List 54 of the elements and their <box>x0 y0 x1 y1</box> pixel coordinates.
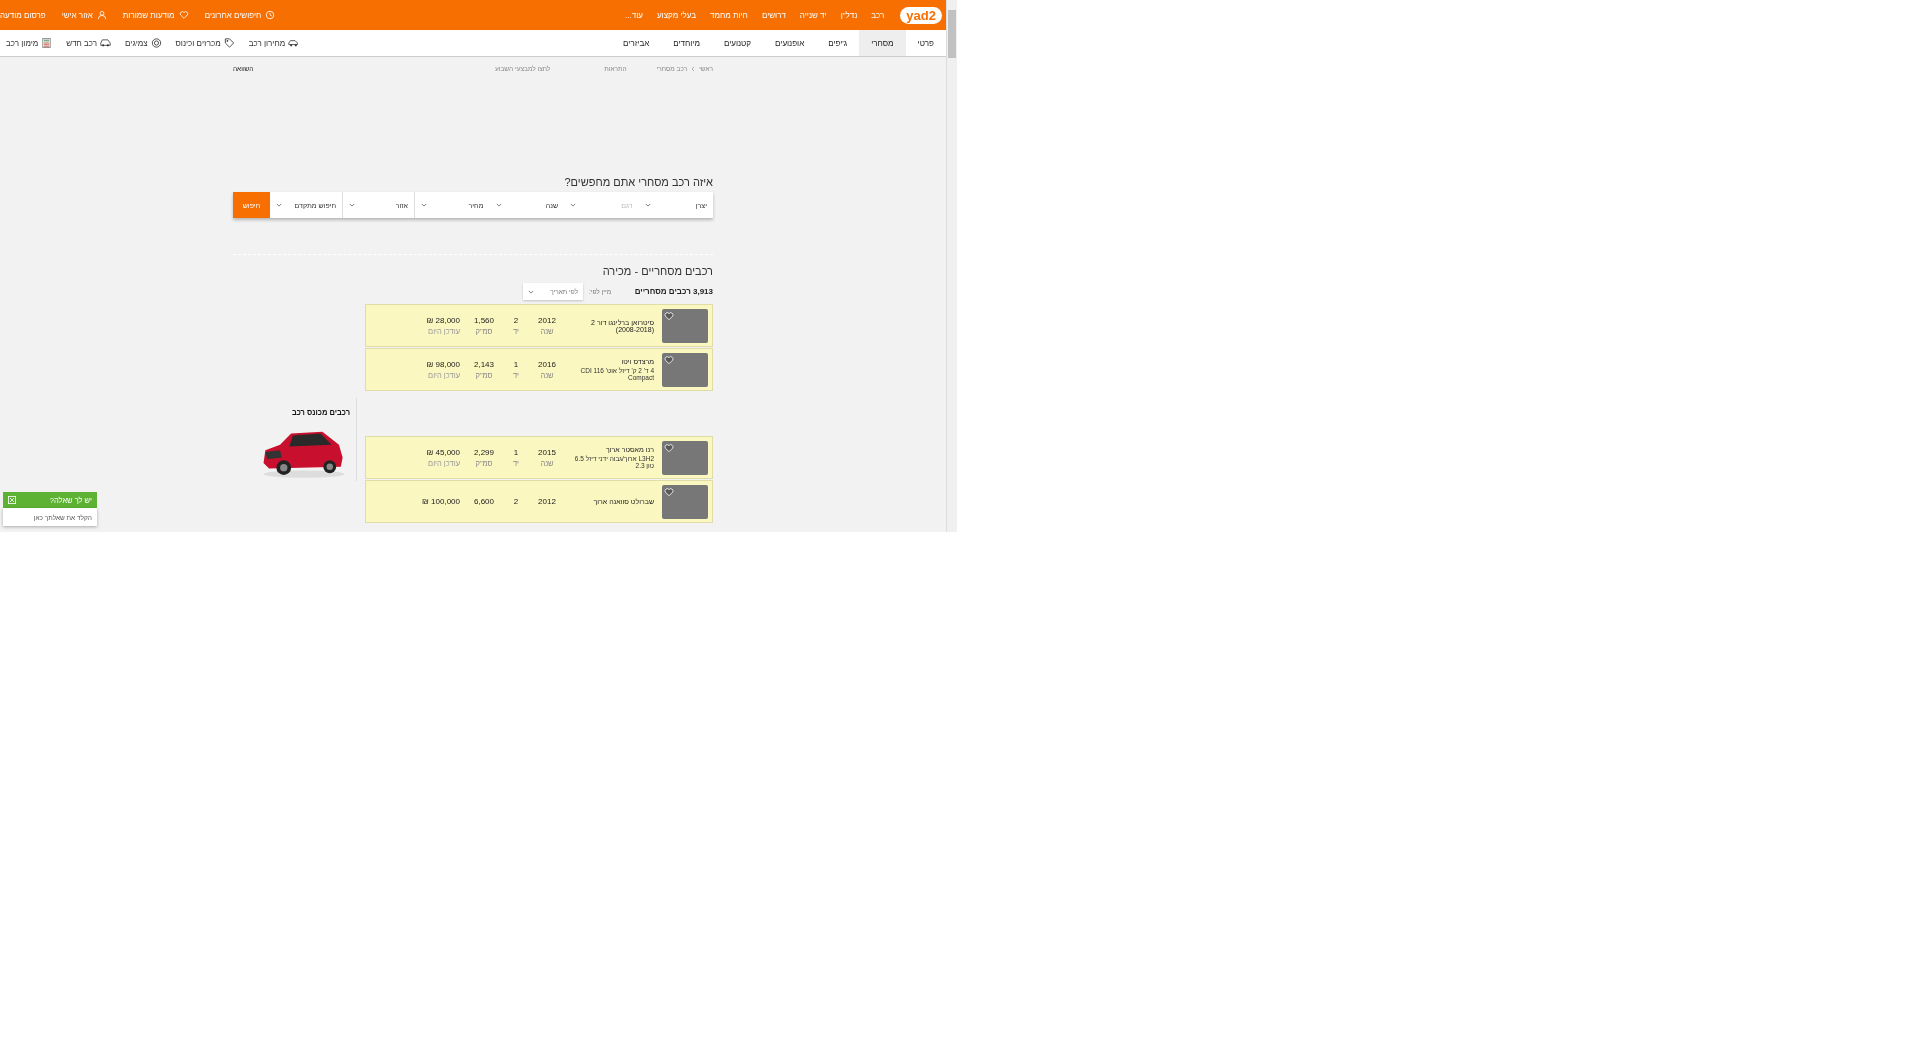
listing-price: 45,000 ₪ <box>426 447 460 457</box>
results-count: 3,913 רכבים מסחריים <box>634 287 713 296</box>
chevron-icon <box>349 203 355 207</box>
listing-price: 100,000 ₪ <box>422 497 460 506</box>
category-tab[interactable]: קטנועים <box>711 30 764 56</box>
calculator-icon <box>41 38 53 48</box>
spec-value: 2,143 <box>474 359 494 369</box>
spec-value: 1 <box>513 359 519 369</box>
category-link[interactable]: מימון רכב <box>6 38 53 48</box>
category-link[interactable]: צמיגים <box>125 38 162 48</box>
chevron-icon <box>570 203 576 207</box>
tag-icon <box>223 38 235 48</box>
category-tab[interactable]: ג'יפים <box>816 30 860 56</box>
spec-value: 2 <box>513 497 519 506</box>
category-link[interactable]: רכב חדש <box>66 38 112 48</box>
category-tab[interactable]: אופנועים <box>763 30 817 56</box>
chevron-icon <box>528 289 534 294</box>
spec-value: 2015 <box>538 447 556 457</box>
spec-value: 2012 <box>538 315 556 325</box>
car-icon <box>288 38 300 48</box>
section-title: רכבים מסחריים - מכירה <box>601 265 713 277</box>
heart-icon[interactable] <box>664 486 674 497</box>
listing-price: 98,000 ₪ <box>426 359 460 369</box>
category-tab[interactable]: מיוחדים <box>661 30 712 56</box>
category-tab[interactable]: מסחרי <box>859 30 906 56</box>
close-icon[interactable] <box>8 496 16 504</box>
heart-icon[interactable] <box>664 442 674 453</box>
spec-value: 2012 <box>538 497 556 506</box>
heart-icon[interactable] <box>664 310 674 321</box>
category-tab[interactable]: פרטי <box>905 30 946 56</box>
chevron-icon <box>276 203 282 207</box>
user-icon <box>96 10 107 20</box>
category-link[interactable]: מחירון רכב <box>248 38 300 48</box>
chevron-icon <box>495 203 502 207</box>
spec-value: 2 <box>513 315 519 325</box>
chevron-icon <box>691 65 696 72</box>
chevron-icon <box>421 203 427 207</box>
category-tab[interactable]: אביזרים <box>611 30 662 56</box>
spec-value: 2016 <box>538 359 556 369</box>
car-icon <box>100 38 112 48</box>
chevron-icon <box>644 203 651 207</box>
spec-value: 6,600 <box>474 497 494 506</box>
spec-value: 1 <box>513 447 519 457</box>
heart-icon <box>178 10 189 20</box>
search-title: איזה רכב מסחרי אתם מחפשים? <box>563 176 713 188</box>
listing-price: 28,000 ₪ <box>426 315 460 325</box>
scrollbar-thumb[interactable] <box>948 10 956 58</box>
scrollbar[interactable] <box>946 0 957 532</box>
spec-value: 2,299 <box>474 447 494 457</box>
spec-value: 1,560 <box>474 315 494 325</box>
heart-icon[interactable] <box>664 354 674 365</box>
tire-icon <box>150 38 162 48</box>
history-icon <box>265 10 276 20</box>
category-link[interactable]: מכרזים וכינוס <box>175 38 235 48</box>
